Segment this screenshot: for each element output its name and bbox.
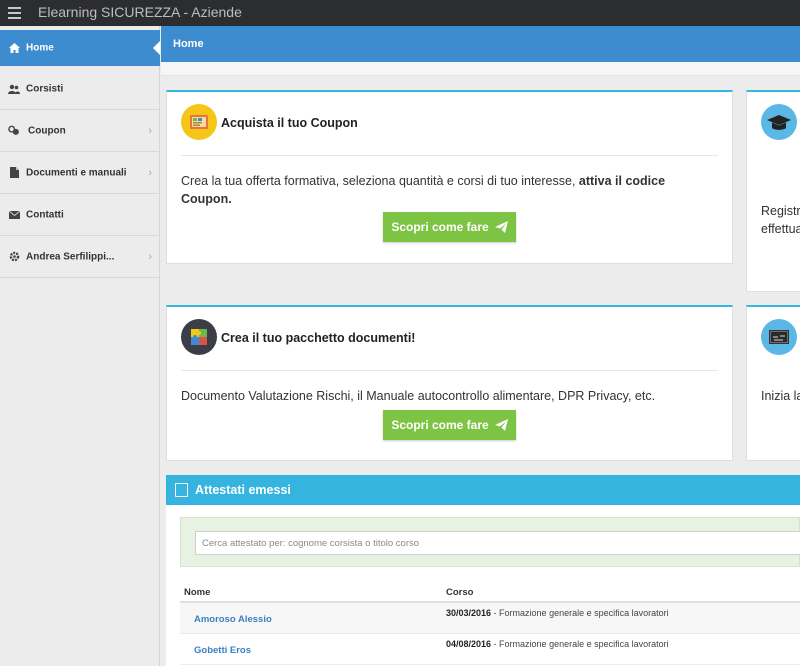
scopri-come-fare-button[interactable]: Scopri come fare — [383, 212, 516, 242]
attestati-title: Attestati emessi — [195, 483, 291, 497]
course-cell: 04/08/2016 - Formazione generale e speci… — [446, 639, 669, 649]
top-bar: Elearning SICUREZZA - Aziende — [0, 0, 800, 26]
course-title: - Formazione generale e specifica lavora… — [491, 608, 669, 618]
table-row: Amoroso Alessio 30/03/2016 - Formazione … — [180, 603, 800, 634]
card-text-line: effettua — [761, 222, 800, 236]
chevron-right-icon: › — [148, 166, 152, 179]
sidebar-item-label: Contatti — [26, 209, 64, 220]
sidebar-item-label: Documenti e manuali — [26, 167, 127, 178]
hamburger-menu-icon[interactable] — [8, 7, 21, 19]
coins-icon — [8, 125, 20, 137]
sidebar-item-corsisti[interactable]: Corsisti — [0, 68, 160, 110]
search-input[interactable] — [195, 531, 800, 555]
sidebar-item-label: Andrea Serfilippi... — [26, 251, 115, 262]
scopri-come-fare-button[interactable]: Scopri come fare — [383, 410, 516, 440]
button-label: Scopri come fare — [391, 418, 489, 432]
course-title: - Formazione generale e specifica lavora… — [491, 639, 669, 649]
chevron-right-icon: › — [148, 124, 152, 137]
table-row: Gobetti Eros 04/08/2016 - Formazione gen… — [180, 634, 800, 665]
card-text-line: Inizia la — [761, 389, 800, 403]
sidebar-item-account[interactable]: Andrea Serfilippi... › — [0, 236, 160, 278]
card-text: Crea la tua offerta formativa, seleziona… — [181, 172, 712, 208]
sidebar-item-label: Coupon — [28, 125, 66, 136]
column-header-nome[interactable]: Nome — [184, 587, 210, 598]
lavagna-card-partial: Inizia la — [746, 305, 800, 461]
active-caret-icon — [153, 41, 160, 55]
sidebar-item-label: Corsisti — [26, 83, 64, 94]
card-text: Documento Valutazione Rischi, il Manuale… — [181, 389, 656, 403]
documenti-card: Crea il tuo pacchetto documenti! Documen… — [166, 305, 733, 461]
app-title: Elearning SICUREZZA - Aziende — [38, 4, 242, 20]
card-text-regular: Crea la tua offerta formativa, seleziona… — [181, 174, 579, 188]
envelope-icon — [8, 209, 20, 221]
paper-plane-icon — [494, 221, 508, 233]
page-header: Home — [161, 26, 800, 62]
corsi-card-partial: Registr effettua — [746, 90, 800, 292]
sidebar-item-coupon[interactable]: Coupon › — [0, 110, 160, 152]
content-strip — [161, 62, 800, 76]
course-cell: 30/03/2016 - Formazione generale e speci… — [446, 608, 669, 618]
users-icon — [8, 83, 20, 95]
sidebar-item-home[interactable]: Home — [0, 30, 160, 66]
blackboard-icon — [761, 319, 797, 355]
attestati-panel: Nome Corso Amoroso Alessio 30/03/2016 - … — [166, 505, 800, 666]
graduation-cap-icon — [761, 104, 797, 140]
coupon-card: Acquista il tuo Coupon Crea la tua offer… — [166, 90, 733, 264]
sidebar-item-documenti[interactable]: Documenti e manuali › — [0, 152, 160, 194]
home-icon — [8, 42, 20, 54]
card-title: Acquista il tuo Coupon — [221, 116, 358, 130]
puzzle-icon — [181, 319, 217, 355]
sidebar-item-label: Home — [26, 42, 54, 54]
divider — [181, 370, 718, 371]
page-title: Home — [173, 38, 204, 50]
card-text-line: Registr — [761, 204, 800, 218]
gear-icon — [8, 251, 20, 263]
search-panel — [180, 517, 800, 567]
column-header-corso[interactable]: Corso — [446, 587, 473, 598]
coupon-icon — [181, 104, 217, 140]
divider — [181, 155, 718, 156]
pdf-file-icon — [175, 483, 188, 497]
corsista-name-link[interactable]: Gobetti Eros — [194, 645, 251, 656]
course-date: 04/08/2016 — [446, 639, 492, 649]
corsista-name-link[interactable]: Amoroso Alessio — [194, 614, 272, 625]
sidebar-item-contatti[interactable]: Contatti — [0, 194, 160, 236]
card-title: Crea il tuo pacchetto documenti! — [221, 331, 416, 345]
button-label: Scopri come fare — [391, 220, 489, 234]
course-date: 30/03/2016 — [446, 608, 492, 618]
sidebar: Home Corsisti Coupon › Documenti e manua… — [0, 26, 160, 666]
document-icon — [8, 167, 20, 179]
attestati-header: Attestati emessi — [166, 475, 800, 505]
chevron-right-icon: › — [148, 250, 152, 263]
paper-plane-icon — [494, 419, 508, 431]
